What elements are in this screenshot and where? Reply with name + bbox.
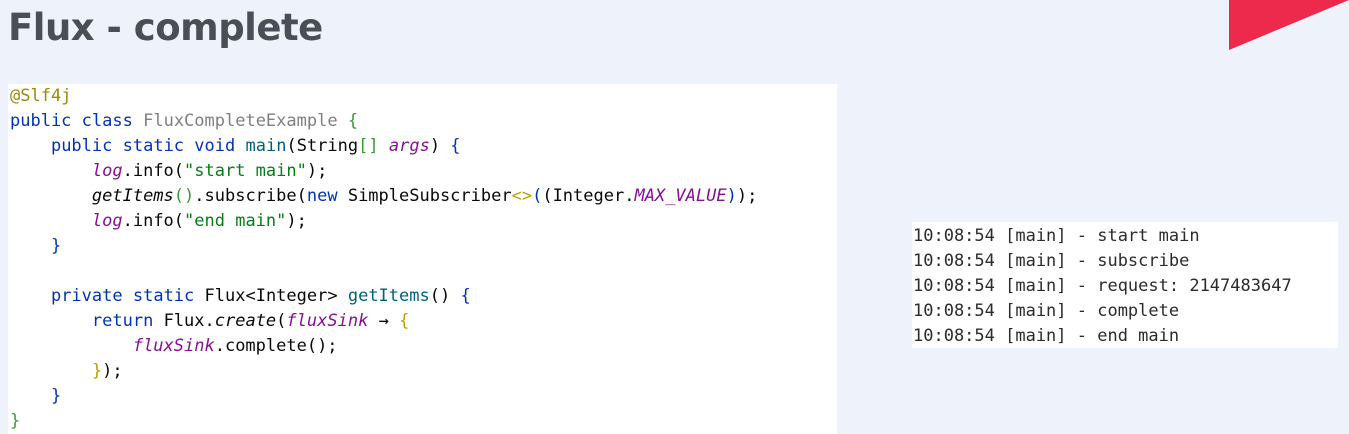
code-line-class-close: }: [10, 411, 21, 431]
console-line: 10:08:54 [main] - complete: [913, 301, 1180, 321]
code-line-main-close: }: [50, 236, 62, 256]
code-line-log-start: log.info("start main");: [91, 161, 328, 181]
code-line-lambda-close: });: [91, 361, 123, 381]
code-line-log-end: log.info("end main");: [91, 211, 307, 231]
code-line-getitems-close: }: [50, 386, 62, 406]
code-line-getitems-signature: private static Flux<Integer> getItems() …: [50, 286, 471, 306]
code-line-return-create: return Flux.create(fluxSink → {: [91, 311, 410, 331]
console-line: 10:08:54 [main] - end main: [913, 326, 1180, 346]
code-line-class-declaration: public class FluxCompleteExample {: [10, 111, 359, 131]
console-line: 10:08:54 [main] - start main: [913, 226, 1200, 246]
code-line-main-signature: public static void main(String[] args) {: [50, 136, 461, 156]
code-line-sink-complete: fluxSink.complete();: [132, 336, 338, 356]
console-line: 10:08:54 [main] - subscribe: [913, 251, 1190, 271]
slide-title: Flux - complete: [8, 6, 323, 49]
code-panel: @Slf4j public class FluxCompleteExample …: [8, 84, 837, 434]
corner-accent-shape: [1229, 0, 1349, 50]
code-line-subscribe: getItems().subscribe(new SimpleSubscribe…: [91, 186, 758, 206]
console-output-panel: 10:08:54 [main] - start main 10:08:54 [m…: [912, 222, 1338, 348]
code-line-annotation: @Slf4j: [10, 86, 72, 106]
console-line: 10:08:54 [main] - request: 2147483647: [913, 276, 1292, 296]
